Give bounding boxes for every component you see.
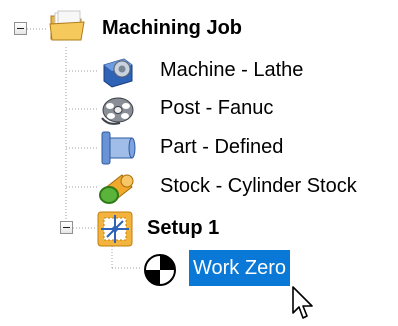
stock-cylinder-icon (96, 167, 136, 207)
setup-1-label[interactable]: Setup 1 (147, 210, 219, 246)
collapse-machining-job-toggle[interactable] (14, 22, 27, 35)
machine-lathe-label[interactable]: Machine - Lathe (160, 52, 303, 88)
work-zero-icon (140, 250, 180, 290)
folder-icon (48, 6, 88, 46)
post-reel-icon (98, 90, 138, 130)
setup-icon (95, 209, 135, 249)
work-zero-label[interactable]: Work Zero (189, 250, 290, 286)
post-fanuc-label[interactable]: Post - Fanuc (160, 90, 273, 126)
mouse-pointer-icon (292, 286, 313, 319)
machining-job-label[interactable]: Machining Job (102, 10, 242, 46)
part-icon (98, 128, 138, 168)
stock-cylinder-label[interactable]: Stock - Cylinder Stock (160, 168, 357, 204)
machine-icon (98, 51, 138, 91)
operations-tree: Machining Job Machine - Lathe Post - Fan… (0, 0, 398, 326)
collapse-setup-toggle[interactable] (60, 221, 73, 234)
part-defined-label[interactable]: Part - Defined (160, 129, 283, 165)
